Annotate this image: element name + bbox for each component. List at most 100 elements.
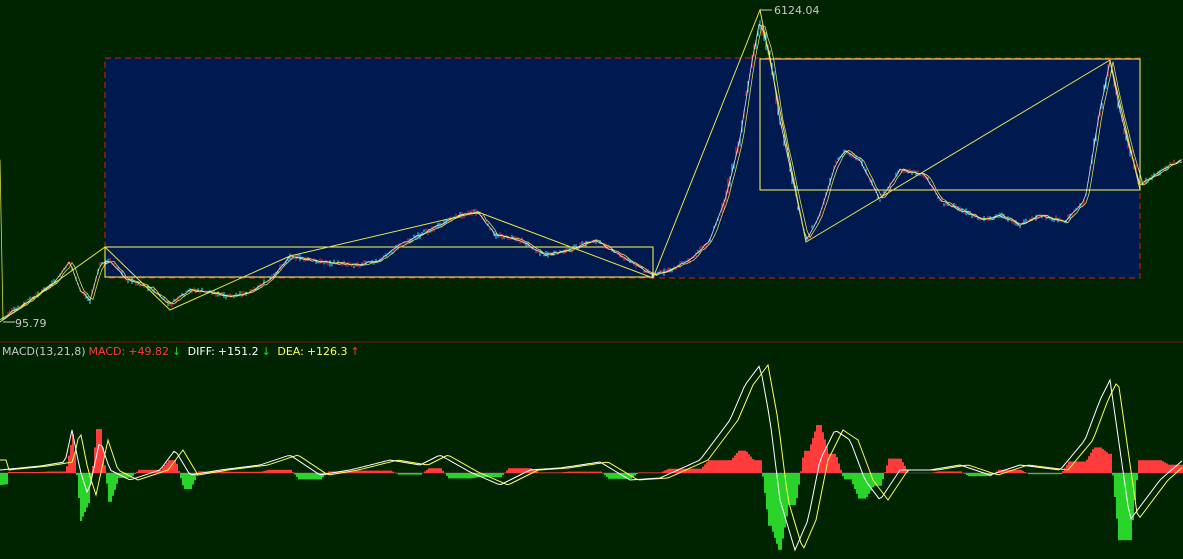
macd-bar xyxy=(892,458,894,473)
macd-bar xyxy=(288,469,290,473)
macd-bar xyxy=(514,468,516,473)
macd-bar xyxy=(368,470,370,473)
macd-bar xyxy=(584,471,586,473)
macd-bar xyxy=(20,472,22,473)
macd-bar xyxy=(958,471,960,473)
macd-bar xyxy=(760,460,762,473)
macd-bar xyxy=(494,473,496,478)
macd-bar xyxy=(402,473,404,475)
macd-bar xyxy=(410,473,412,475)
macd-bar xyxy=(256,471,258,473)
macd-bar xyxy=(974,473,976,477)
macd-bar xyxy=(376,470,378,473)
macd-bar xyxy=(298,473,300,480)
macd-bar xyxy=(1150,460,1152,473)
macd-bar xyxy=(750,456,752,473)
macd-bar xyxy=(656,472,658,473)
macd-bar xyxy=(586,471,588,473)
macd-bar xyxy=(710,460,712,473)
macd-bar xyxy=(106,473,108,484)
macd-bar xyxy=(964,473,966,474)
macd-bar xyxy=(1056,473,1058,475)
macd-bar xyxy=(668,468,670,473)
macd-bar xyxy=(692,468,694,473)
macd-bar xyxy=(396,473,398,474)
macd-bar xyxy=(1162,461,1164,473)
macd-bar xyxy=(1048,473,1050,475)
macd-bar xyxy=(4,473,6,485)
macd-bar xyxy=(14,472,16,473)
macd-bar xyxy=(244,471,246,473)
macd-bar xyxy=(798,473,800,485)
macd-bar xyxy=(640,472,642,473)
macd-bar xyxy=(700,468,702,473)
macd-bar xyxy=(766,473,768,510)
macd-bar xyxy=(370,470,372,473)
macd-bar xyxy=(666,469,668,473)
macd-bar xyxy=(706,462,708,473)
macd-bar xyxy=(0,473,2,485)
macd-bar xyxy=(1040,473,1042,475)
macd-bar xyxy=(978,473,980,477)
macd-bar xyxy=(116,473,118,484)
macd-bar xyxy=(646,472,648,473)
macd-bar xyxy=(882,473,884,479)
macd-bar xyxy=(182,473,184,486)
macd-bar xyxy=(98,429,100,473)
macd-bar xyxy=(300,473,302,480)
macd-bar xyxy=(112,473,114,496)
macd-bar xyxy=(884,472,886,473)
macd-bar xyxy=(896,458,898,473)
macd-bar xyxy=(258,471,260,473)
macd-bar xyxy=(466,473,468,479)
macd-bar xyxy=(468,473,470,479)
macd-bar xyxy=(790,473,792,505)
macd-bar xyxy=(1050,473,1052,475)
macd-bar xyxy=(960,471,962,473)
macd-bar xyxy=(248,471,250,473)
macd-bar xyxy=(878,473,880,486)
macd-bar xyxy=(592,471,594,473)
macd-bar xyxy=(168,460,170,473)
macd-bar xyxy=(1140,460,1142,473)
macd-bar xyxy=(578,471,580,473)
dea-label: DEA: xyxy=(277,345,304,358)
macd-bar xyxy=(854,473,856,489)
macd-value: +49.82 xyxy=(128,345,169,358)
macd-bar xyxy=(52,471,54,473)
macd-bar xyxy=(380,470,382,473)
macd-bar xyxy=(406,473,408,475)
macd-bar xyxy=(1148,460,1150,473)
macd-bar xyxy=(1064,467,1066,473)
macd-bar xyxy=(142,469,144,473)
macd-bar xyxy=(638,472,640,473)
macd-bar xyxy=(858,473,860,499)
macd-bar xyxy=(62,471,64,473)
macd-bar xyxy=(846,473,848,480)
macd-bar xyxy=(358,470,360,473)
macd-bar xyxy=(260,471,262,473)
macd-bar xyxy=(190,473,192,489)
macd-bar xyxy=(738,450,740,473)
macd-bar xyxy=(384,470,386,473)
macd-bar xyxy=(1038,473,1040,475)
macd-bar xyxy=(950,471,952,473)
macd-bar xyxy=(462,473,464,479)
macd-bar xyxy=(184,473,186,489)
macd-bar xyxy=(438,468,440,473)
macd-bar xyxy=(844,473,846,480)
macd-bar xyxy=(1088,456,1090,473)
macd-bar xyxy=(230,471,232,473)
macd-bar xyxy=(400,473,402,475)
macd-bar xyxy=(840,469,842,473)
macd-bar xyxy=(108,473,110,502)
macd-bar xyxy=(652,472,654,473)
macd-bar xyxy=(242,471,244,473)
macd-bar xyxy=(434,468,436,473)
macd-bar xyxy=(980,473,982,477)
macd-bar xyxy=(734,455,736,473)
macd-bar xyxy=(328,471,330,473)
macd-bar xyxy=(302,473,304,480)
macd-bar xyxy=(442,470,444,473)
macd-bar xyxy=(366,470,368,473)
